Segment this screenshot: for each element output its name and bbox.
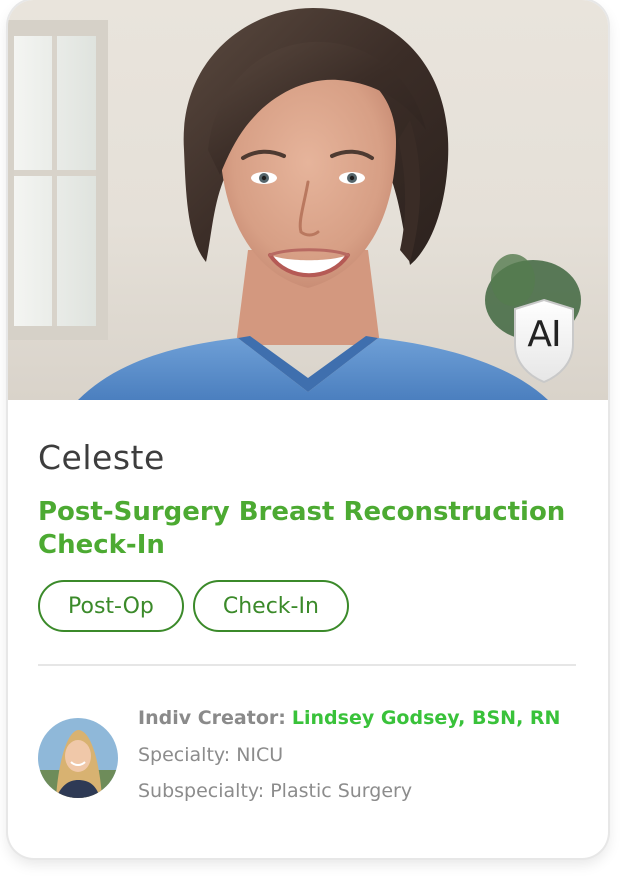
agent-title: Post-Surgery Breast Reconstruction Check… xyxy=(38,497,566,560)
creator-label: Indiv Creator: xyxy=(138,707,286,729)
creator-specialty: Specialty: NICU xyxy=(138,744,284,766)
divider xyxy=(38,664,576,666)
tag-post-op[interactable]: Post-Op xyxy=(38,580,184,632)
shield-icon: AI xyxy=(511,298,577,384)
portrait-photo: AI xyxy=(8,0,608,400)
creator-line: Indiv Creator: Lindsey Godsey, BSN, RN xyxy=(138,707,560,729)
tag-list: Post-Op Check-In xyxy=(38,580,349,632)
agent-card[interactable]: AI Celeste Post-Surgery Breast Reconstru… xyxy=(8,0,608,858)
agent-name: Celeste xyxy=(38,438,165,477)
creator-name-link[interactable]: Lindsey Godsey, BSN, RN xyxy=(292,707,561,729)
ai-badge-label: AI xyxy=(527,314,561,355)
tag-check-in[interactable]: Check-In xyxy=(192,580,349,632)
creator-subspecialty: Subspecialty: Plastic Surgery xyxy=(138,780,413,802)
creator-avatar xyxy=(38,718,118,798)
